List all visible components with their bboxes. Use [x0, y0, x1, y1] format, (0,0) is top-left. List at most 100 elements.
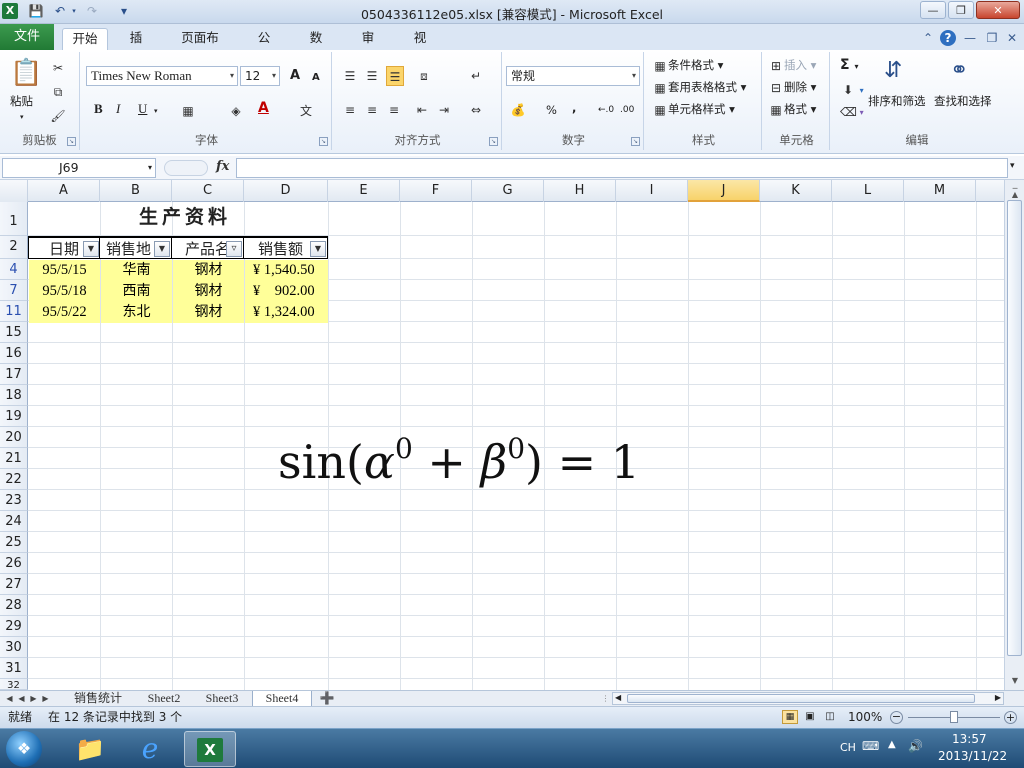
cell-region[interactable]: 西南 — [101, 281, 172, 302]
row-header[interactable]: 27 — [0, 574, 28, 595]
sheet-tab-sheet4[interactable]: Sheet4 — [252, 691, 312, 707]
tab-review[interactable]: 审阅 — [348, 28, 388, 65]
row-header[interactable]: 17 — [0, 364, 28, 385]
italic-button[interactable]: I — [116, 100, 120, 118]
grow-font-button[interactable]: A — [290, 67, 300, 85]
format-cells-button[interactable]: ▦ 格式 ▾ — [768, 100, 816, 118]
align-right-icon[interactable]: ≡ — [386, 100, 402, 118]
align-bottom-icon[interactable]: ☰ — [386, 66, 404, 86]
table-title[interactable]: 生产资料 — [100, 202, 270, 235]
row-header[interactable]: 25 — [0, 532, 28, 553]
row-header[interactable]: 32 — [0, 679, 28, 690]
clipboard-launcher-icon[interactable]: ↘ — [67, 137, 76, 146]
sort-filter-button[interactable]: 排序和筛选 — [868, 92, 926, 110]
borders-icon[interactable]: ▦ — [180, 101, 196, 119]
ime-indicator[interactable]: CH — [840, 741, 856, 754]
clock-time[interactable]: 13:57 — [952, 732, 987, 746]
font-color-icon[interactable]: A — [258, 99, 269, 117]
cell-product[interactable]: 钢材 — [173, 302, 244, 323]
cell-amount[interactable]: ¥ 1,540.50 — [245, 260, 328, 281]
volume-icon[interactable]: 🔊 — [908, 739, 923, 753]
row-header[interactable]: 28 — [0, 595, 28, 616]
filter-dropdown-icon[interactable]: ▼ — [154, 241, 170, 257]
cell-date[interactable]: 95/5/15 — [29, 260, 100, 281]
align-middle-icon[interactable]: ☰ — [364, 66, 380, 84]
expand-formula-bar-icon[interactable]: ▾ — [1010, 161, 1015, 171]
chevron-down-icon[interactable]: ▾ — [148, 159, 152, 177]
format-as-table-button[interactable]: ▦ 套用表格格式 ▾ — [652, 78, 746, 96]
chevron-down-icon[interactable]: ▾ — [230, 67, 234, 85]
underline-dropdown-icon[interactable]: ▾ — [154, 102, 158, 120]
cell-region[interactable]: 华南 — [101, 260, 172, 281]
cell-styles-button[interactable]: ▦ 单元格样式 ▾ — [652, 100, 735, 118]
scroll-right-icon[interactable]: ▶ — [995, 693, 1001, 702]
percent-button[interactable]: % — [546, 101, 557, 119]
currency-icon[interactable]: 💰 — [510, 100, 526, 118]
scroll-down-icon[interactable]: ▼ — [1008, 674, 1022, 688]
formula-bar-expander[interactable] — [164, 160, 208, 176]
column-header-j[interactable]: J — [688, 180, 760, 202]
start-button-icon[interactable]: ❖ — [6, 731, 42, 767]
tab-home[interactable]: 开始 — [62, 28, 108, 50]
merge-center-icon[interactable]: ⇔ — [468, 100, 484, 118]
tab-split-handle[interactable]: ⋮ — [600, 691, 611, 706]
header-date[interactable]: 日期 ▼ — [28, 236, 100, 259]
column-header-a[interactable]: A — [28, 180, 100, 202]
bold-button[interactable]: B — [94, 100, 103, 118]
row-header[interactable]: 1 — [0, 202, 28, 236]
chevron-down-icon[interactable]: ▾ — [632, 67, 636, 85]
underline-button[interactable]: U — [138, 100, 147, 118]
sort-filter-icon[interactable]: ⇵ — [884, 56, 902, 86]
font-launcher-icon[interactable]: ↘ — [319, 137, 328, 146]
next-sheet-icon[interactable]: ▶ — [28, 691, 39, 706]
paste-icon[interactable]: 📋 — [10, 56, 42, 90]
row-header[interactable]: 4 — [0, 259, 28, 280]
cell-amount[interactable]: ¥ 902.00 — [245, 281, 328, 302]
cell-amount[interactable]: ¥ 1,324.00 — [245, 302, 328, 323]
column-header-i[interactable]: I — [616, 180, 688, 202]
scroll-left-icon[interactable]: ◀ — [615, 693, 621, 702]
prev-sheet-icon[interactable]: ◀ — [16, 691, 27, 706]
select-all-corner[interactable] — [0, 180, 28, 202]
restore-button[interactable]: ❐ — [948, 1, 974, 19]
filter-active-icon[interactable]: ▿ — [226, 241, 242, 257]
orientation-icon[interactable]: ⧈ — [416, 66, 432, 84]
row-header[interactable]: 19 — [0, 406, 28, 427]
column-header-f[interactable]: F — [400, 180, 472, 202]
decrease-indent-icon[interactable]: ⇤ — [414, 100, 430, 118]
sheet-tab-sheet2[interactable]: Sheet2 — [136, 691, 192, 707]
cell-date[interactable]: 95/5/18 — [29, 281, 100, 302]
header-product[interactable]: 产品名称▿ — [172, 236, 244, 259]
vertical-scrollbar[interactable]: ─ ▲ ▼ — [1004, 180, 1024, 690]
tab-view[interactable]: 视图 — [400, 28, 440, 65]
column-header-g[interactable]: G — [472, 180, 544, 202]
row-header[interactable]: 22 — [0, 469, 28, 490]
filter-dropdown-icon[interactable]: ▼ — [83, 241, 99, 257]
font-name-combo[interactable]: Times New Roman ▾ — [86, 66, 238, 86]
fill-color-icon[interactable]: ◈ — [228, 101, 244, 119]
zoom-level[interactable]: 100% — [848, 707, 882, 727]
column-header-e[interactable]: E — [328, 180, 400, 202]
find-select-button[interactable]: 查找和选择 — [934, 92, 992, 110]
align-top-icon[interactable]: ☰ — [342, 66, 358, 84]
close-button[interactable]: ✕ — [976, 1, 1020, 19]
insert-sheet-icon[interactable]: ➕ — [316, 691, 338, 707]
sheet-tab-sheet3[interactable]: Sheet3 — [194, 691, 250, 707]
column-header-d[interactable]: D — [244, 180, 328, 202]
binoculars-icon[interactable]: ⚭ — [950, 56, 968, 86]
explorer-icon[interactable]: 📁 — [64, 731, 116, 767]
row-header[interactable]: 24 — [0, 511, 28, 532]
tab-file[interactable]: 文件 — [0, 24, 54, 50]
insert-function-button[interactable]: fx — [216, 159, 229, 174]
paste-dropdown-icon[interactable]: ▾ — [20, 108, 24, 126]
internet-explorer-icon[interactable]: e — [124, 731, 176, 767]
zoom-in-icon[interactable]: + — [1004, 711, 1017, 724]
row-header[interactable]: 20 — [0, 427, 28, 448]
row-header[interactable]: 16 — [0, 343, 28, 364]
conditional-format-button[interactable]: ▦ 条件格式 ▾ — [652, 56, 723, 74]
row-header[interactable]: 7 — [0, 280, 28, 301]
keyboard-icon[interactable]: ⌨ — [862, 739, 879, 753]
clock-date[interactable]: 2013/11/22 — [938, 749, 1007, 763]
first-sheet-icon[interactable]: ◀ — [4, 691, 15, 706]
copy-icon[interactable]: ⧉ — [50, 82, 66, 100]
